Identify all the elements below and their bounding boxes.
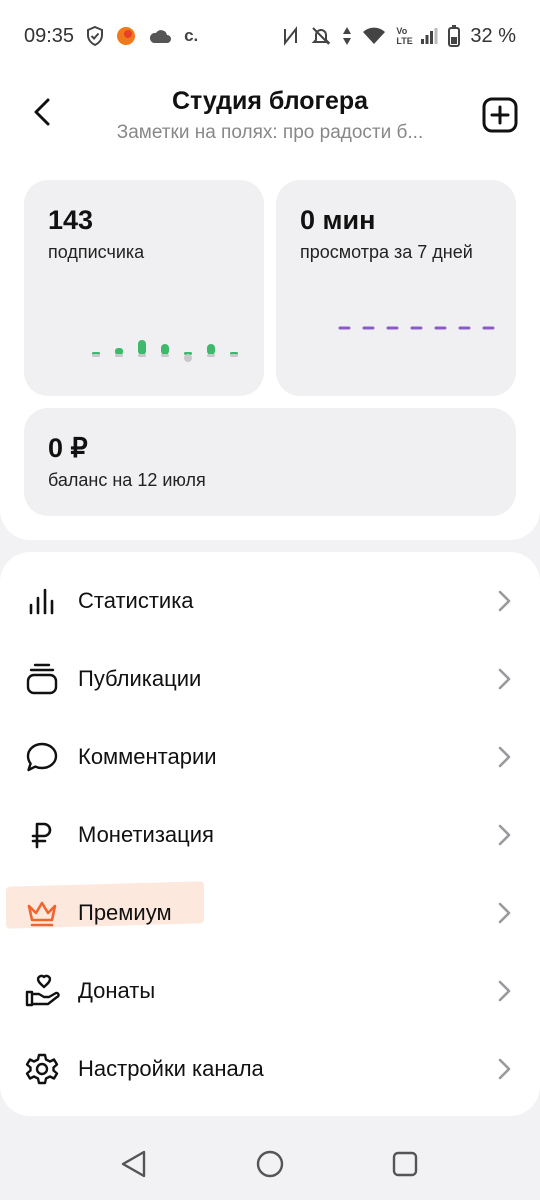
menu-item-label: Донаты	[78, 978, 156, 1003]
views-card[interactable]: 0 мин просмотра за 7 дней	[276, 180, 516, 396]
mute-icon	[310, 25, 332, 47]
c-icon: c.	[184, 26, 199, 45]
status-left: 09:35 c.	[24, 25, 198, 48]
nfc-icon	[282, 26, 300, 46]
mini-bar-base	[115, 354, 123, 357]
wifi-icon	[362, 27, 386, 45]
mini-bar-base	[230, 354, 238, 357]
mini-bar	[207, 344, 215, 355]
status-right: Vo LTE 32 %	[282, 25, 516, 48]
views-mini-chart	[338, 326, 496, 330]
views-total: 0 мин	[300, 205, 376, 235]
back-button[interactable]	[22, 90, 62, 134]
system-navigation-bar	[0, 1128, 540, 1200]
menu-item-statistics[interactable]: Статистика	[0, 562, 540, 640]
bar-chart-icon	[22, 581, 62, 621]
chevron-right-icon	[498, 824, 511, 846]
chevron-right-icon	[498, 980, 511, 1002]
menu-item-channel-settings[interactable]: Настройки канала	[0, 1030, 540, 1108]
speech-bubble-icon	[22, 737, 62, 777]
menu-item-monetization[interactable]: Монетизация	[0, 796, 540, 874]
mini-bar	[161, 344, 169, 355]
mini-bar-base	[161, 354, 169, 357]
menu-item-label: Настройки канала	[78, 1056, 264, 1081]
shield-icon	[86, 26, 104, 46]
subscribers-label: подписчика	[48, 242, 145, 262]
gear-icon	[22, 1049, 62, 1089]
menu-item-comments[interactable]: Комментарии	[0, 718, 540, 796]
mini-bar-neg	[184, 354, 192, 362]
menu-list: Статистика Публикации Комментарии Монети…	[0, 552, 540, 1116]
mini-bar	[138, 340, 146, 355]
stack-icon	[22, 659, 62, 699]
balance-label: баланс на 12 июля	[48, 470, 206, 490]
header: Студия блогера Заметки на полях: про рад…	[0, 72, 540, 172]
create-button[interactable]	[481, 96, 519, 134]
mini-bar	[115, 348, 123, 355]
recents-square-icon[interactable]	[389, 1148, 421, 1180]
balance-amount: 0 ₽	[48, 433, 88, 463]
home-circle-icon[interactable]	[254, 1148, 286, 1180]
menu-item-label: Публикации	[78, 666, 202, 691]
views-label: просмотра за 7 дней	[300, 242, 473, 262]
subscribers-card[interactable]: 143 подписчика	[24, 180, 264, 396]
menu-item-donations[interactable]: Донаты	[0, 952, 540, 1030]
mini-bar-base	[207, 354, 215, 357]
subscribers-count: 143	[48, 205, 94, 235]
menu-item-label: Премиум	[78, 900, 172, 925]
menu-item-publications[interactable]: Публикации	[0, 640, 540, 718]
page-title: Студия блогера	[171, 87, 369, 115]
cloud-icon	[148, 28, 172, 44]
signal-icon	[420, 27, 438, 45]
subscribers-mini-chart	[92, 340, 238, 362]
back-triangle-icon[interactable]	[118, 1148, 150, 1180]
battery-percent: 32 %	[470, 24, 516, 47]
menu-item-label: Комментарии	[78, 744, 217, 769]
status-bar: 09:35 c. Vo LTE 32 %	[0, 0, 540, 72]
chevron-right-icon	[498, 590, 511, 612]
chevron-right-icon	[498, 1058, 511, 1080]
crown-icon	[22, 893, 62, 933]
studio-summary-sheet: Студия блогера Заметки на полях: про рад…	[0, 72, 540, 540]
battery-icon	[448, 25, 461, 47]
chevron-left-icon	[34, 98, 50, 126]
channel-name: Заметки на полях: про радости б...	[116, 122, 424, 143]
screen: 09:35 c. Vo LTE 32 % Студия блогера Заме…	[0, 0, 540, 1200]
menu-item-premium[interactable]: Премиум	[0, 874, 540, 952]
plus-square-icon	[482, 97, 518, 133]
hand-heart-icon	[22, 971, 62, 1011]
notification-app-icon	[116, 26, 136, 46]
status-time: 09:35	[24, 24, 75, 47]
menu-item-label: Монетизация	[78, 822, 214, 847]
chevron-right-icon	[498, 902, 511, 924]
mini-bar-base	[92, 354, 100, 357]
menu-item-label: Статистика	[78, 588, 194, 613]
title-block: Студия блогера Заметки на полях: про рад…	[90, 86, 450, 146]
mini-bar-base	[138, 354, 146, 357]
ruble-icon	[22, 815, 62, 855]
chevron-right-icon	[498, 746, 511, 768]
data-arrows-icon	[342, 26, 352, 46]
chevron-right-icon	[498, 668, 511, 690]
volte-icon: Vo LTE	[396, 26, 413, 46]
balance-card[interactable]: 0 ₽ баланс на 12 июля	[24, 408, 516, 516]
